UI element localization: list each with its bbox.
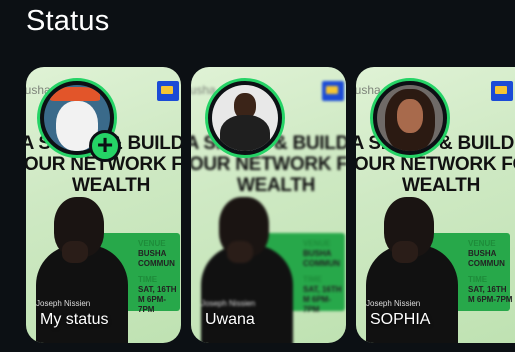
flyer-info: VENUE BUSHA COMMUN TIME SAT, 16TH M 6PM-… <box>303 239 342 314</box>
avatar[interactable] <box>205 78 285 158</box>
flyer-logo <box>322 81 344 101</box>
flyer-speaker-name: Joseph Nissien <box>366 299 421 308</box>
card-label: SOPHIA <box>370 311 431 328</box>
status-card-sophia[interactable]: busha MA SKILLS & BUILDING YOUR NETWORK … <box>356 67 515 343</box>
flyer-speaker-name: Joseph Nissien <box>201 299 256 308</box>
card-label: My status <box>40 311 109 328</box>
flyer-logo <box>491 81 513 101</box>
flyer-speaker-name: Joseph Nissien <box>36 299 91 308</box>
status-card-uwana[interactable]: busha MA SKILLS & BUILDING YOUR NETWORK … <box>191 67 346 343</box>
avatar-image <box>212 85 278 151</box>
flyer-info: VENUE BUSHA COMMUN TIME SAT, 16TH M 6PM-… <box>468 239 513 304</box>
flyer-logo <box>157 81 179 101</box>
status-card-my-status[interactable]: busha MA SKILLS & BUILDING YOUR NETWORK … <box>26 67 181 343</box>
add-status-icon[interactable]: + <box>89 130 121 162</box>
card-label: Uwana <box>205 311 255 328</box>
avatar[interactable] <box>370 78 450 158</box>
flyer-info: VENUE BUSHA COMMUN TIME SAT, 16TH M 6PM-… <box>138 239 177 314</box>
status-list: busha MA SKILLS & BUILDING YOUR NETWORK … <box>0 0 515 352</box>
avatar-image <box>377 85 443 151</box>
